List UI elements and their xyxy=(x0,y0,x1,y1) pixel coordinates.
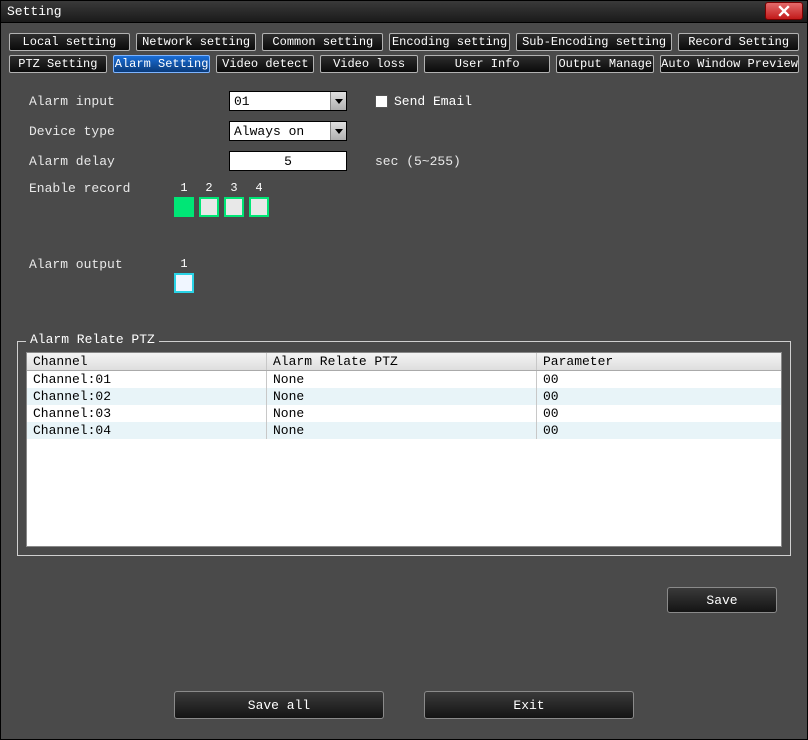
send-email-label: Send Email xyxy=(394,94,472,109)
tabs-row-2: PTZ Setting Alarm Setting Video detect Vide… xyxy=(9,55,799,73)
tab-encoding-setting[interactable]: Encoding setting xyxy=(389,33,510,51)
channel-number: 3 xyxy=(224,181,244,195)
tab-common-setting[interactable]: Common setting xyxy=(262,33,383,51)
channel-number: 1 xyxy=(174,181,194,195)
device-type-value: Always on xyxy=(234,124,304,139)
settings-window: Setting Local setting Network setting Comm… xyxy=(0,0,808,740)
ptz-table-body: Channel:01 None 00Channel:02 None 00Chan… xyxy=(27,371,781,439)
table-row[interactable]: Channel:04 None 00 xyxy=(27,422,781,439)
exit-button[interactable]: Exit xyxy=(424,691,634,719)
record-channel-2[interactable] xyxy=(199,197,219,217)
alarm-output-channels: 1 xyxy=(174,257,194,293)
table-row[interactable]: Channel:01 None 00 xyxy=(27,371,781,388)
chevron-down-icon xyxy=(330,122,346,140)
alarm-delay-input[interactable] xyxy=(229,151,347,171)
record-channel-4[interactable] xyxy=(249,197,269,217)
record-channel-3[interactable] xyxy=(224,197,244,217)
tab-video-loss[interactable]: Video loss xyxy=(320,55,418,73)
table-row[interactable]: Channel:03 None 00 xyxy=(27,405,781,422)
save-button[interactable]: Save xyxy=(667,587,777,613)
window-title: Setting xyxy=(7,4,62,19)
tabs-row-1: Local setting Network setting Common setti… xyxy=(9,33,799,51)
tab-network-setting[interactable]: Network setting xyxy=(136,33,257,51)
chevron-down-icon xyxy=(330,92,346,110)
alarm-relate-ptz-group: Alarm Relate PTZ Channel Alarm Relate PT… xyxy=(17,341,791,556)
col-channel[interactable]: Channel xyxy=(27,353,267,370)
alarm-input-label: Alarm input xyxy=(29,94,229,109)
channel-number: 4 xyxy=(249,181,269,195)
alarm-output-channel-1[interactable] xyxy=(174,273,194,293)
ptz-table-header: Channel Alarm Relate PTZ Parameter xyxy=(27,353,781,371)
alarm-output-label: Alarm output xyxy=(29,257,229,272)
alarm-input-select[interactable]: 01 xyxy=(229,91,347,111)
alarm-relate-ptz-legend: Alarm Relate PTZ xyxy=(26,332,159,347)
tab-ptz-setting[interactable]: PTZ Setting xyxy=(9,55,107,73)
close-icon xyxy=(778,5,790,17)
form-area: Alarm input 01 Send Email Device type Al… xyxy=(9,77,799,311)
record-channels: 1 2 3 4 xyxy=(174,181,269,217)
tab-local-setting[interactable]: Local setting xyxy=(9,33,130,51)
col-param[interactable]: Parameter xyxy=(537,353,781,370)
tab-sub-encoding-setting[interactable]: Sub-Encoding setting xyxy=(516,33,672,51)
tab-output-manage[interactable]: Output Manage xyxy=(556,55,654,73)
tab-record-setting[interactable]: Record Setting xyxy=(678,33,799,51)
device-type-label: Device type xyxy=(29,124,229,139)
send-email-checkbox[interactable] xyxy=(375,95,388,108)
tab-video-detect[interactable]: Video detect xyxy=(216,55,314,73)
ptz-table: Channel Alarm Relate PTZ Parameter Chann… xyxy=(26,352,782,547)
window-body: Local setting Network setting Common setti… xyxy=(1,23,807,566)
device-type-select[interactable]: Always on xyxy=(229,121,347,141)
tab-auto-window-preview[interactable]: Auto Window Preview xyxy=(660,55,799,73)
tab-alarm-setting[interactable]: Alarm Setting xyxy=(113,55,211,73)
channel-number: 2 xyxy=(199,181,219,195)
save-all-button[interactable]: Save all xyxy=(174,691,384,719)
alarm-delay-label: Alarm delay xyxy=(29,154,229,169)
close-button[interactable] xyxy=(765,2,803,20)
alarm-input-value: 01 xyxy=(234,94,250,109)
titlebar: Setting xyxy=(1,1,807,23)
col-ptz[interactable]: Alarm Relate PTZ xyxy=(267,353,537,370)
tab-user-info[interactable]: User Info xyxy=(424,55,550,73)
channel-number: 1 xyxy=(174,257,194,271)
table-row[interactable]: Channel:02 None 00 xyxy=(27,388,781,405)
bottom-button-bar: Save all Exit xyxy=(1,691,807,719)
alarm-delay-hint: sec (5~255) xyxy=(375,154,461,169)
record-channel-1[interactable] xyxy=(174,197,194,217)
